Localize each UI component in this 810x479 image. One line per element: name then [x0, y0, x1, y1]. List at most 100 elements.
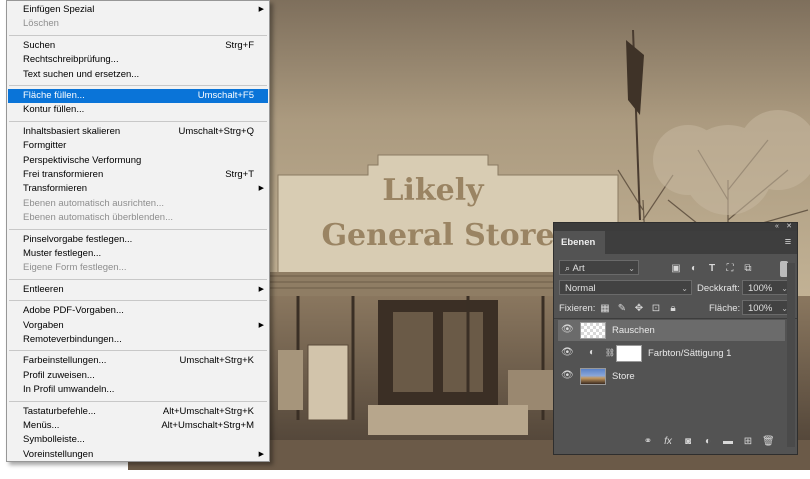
menu-item-farbeinstellungen[interactable]: Farbeinstellungen... Umschalt+Strg+K [8, 354, 268, 368]
lock-transparent-icon[interactable]: ▦ [599, 303, 611, 315]
layer-row-store[interactable]: 👁︎ Store [558, 366, 785, 387]
menu-item-shortcut: Umschalt+F5 [197, 90, 254, 101]
lock-brush-icon[interactable]: ✎ [616, 303, 628, 315]
menu-item-vorgaben[interactable]: Vorgaben ▶ [8, 319, 268, 333]
menu-item-rechtschreibprüfung[interactable]: Rechtschreibprüfung... [8, 53, 268, 67]
new-group-folder-icon[interactable]: ▬ [722, 436, 734, 448]
opacity-value: 100% [748, 283, 773, 294]
menu-item-shortcut: Umschalt+Strg+K [179, 355, 254, 367]
menu-separator [9, 228, 267, 230]
filter-smartobject-icon[interactable]: ⧉ [742, 263, 754, 275]
fill-label: Fläche: [709, 303, 741, 314]
filter-kind-value: Art [572, 263, 585, 274]
menu-item-muster-festlegen[interactable]: Muster festlegen... [8, 247, 268, 261]
delete-layer-trash-icon[interactable]: 🗑︎ [762, 436, 775, 448]
layers-bottom-toolbar: ⚭ fx ◙ ◐ ▬ ⊞ 🗑︎ [554, 430, 797, 454]
menu-item-inhaltsbasiert-skalieren[interactable]: Inhaltsbasiert skalieren Umschalt+Strg+Q [8, 125, 268, 139]
menu-item-label: Symbolleiste... [23, 434, 85, 446]
submenu-arrow-icon: ▶ [258, 285, 264, 293]
add-mask-icon[interactable]: ◙ [682, 436, 694, 448]
submenu-arrow-icon: ▶ [258, 321, 264, 329]
menu-item-pinselvorgabe-festlegen[interactable]: Pinselvorgabe festlegen... [8, 233, 268, 247]
menu-item-label: Profil zuweisen... [23, 369, 95, 381]
visibility-eye-icon[interactable]: 👁︎ [561, 324, 574, 336]
link-layers-icon[interactable]: ⚭ [642, 436, 654, 448]
tab-layers[interactable]: Ebenen [554, 231, 605, 254]
layer-row-rauschen[interactable]: 👁︎ Rauschen [558, 320, 785, 341]
menu-item-label: Muster festlegen... [23, 248, 102, 259]
menu-item-label: Pinselvorgabe festlegen... [23, 233, 133, 245]
menu-item-einfügen-spezial[interactable]: Einfügen Spezial ▶ [8, 3, 268, 17]
chevron-down-icon: ⌄ [681, 284, 688, 293]
filter-type-icon[interactable]: T [706, 263, 718, 275]
menu-item-menüs[interactable]: Menüs... Alt+Umschalt+Strg+M [8, 419, 268, 433]
menu-item-label: Ebenen automatisch ausrichten... [23, 197, 165, 209]
blend-mode-value: Normal [565, 283, 596, 294]
menu-item-label: Fläche füllen... [23, 90, 85, 101]
menu-item-symbolleiste[interactable]: Symbolleiste... [8, 433, 268, 447]
layer-thumbnail [580, 368, 606, 385]
menu-item-label: Entleeren [23, 283, 64, 295]
menu-item-perspektivische-verformung[interactable]: Perspektivische Verformung [8, 154, 268, 168]
blend-mode-select[interactable]: Normal ⌄ [559, 280, 692, 295]
sign-line2-text: General Store [321, 218, 554, 253]
menu-item-in-profil-umwandeln[interactable]: In Profil umwandeln... [8, 383, 268, 397]
submenu-arrow-icon: ▶ [258, 185, 264, 193]
menu-separator [9, 400, 267, 402]
lock-all-icon[interactable]: 🔒︎ [667, 303, 679, 315]
visibility-eye-icon[interactable]: 👁︎ [561, 370, 574, 382]
panel-tab-bar: Ebenen ≡ [554, 231, 797, 254]
filter-shape-icon[interactable]: ⛶ [724, 263, 736, 275]
menu-item-label: Perspektivische Verformung [23, 154, 142, 166]
menu-item-label: Rechtschreibprüfung... [23, 54, 119, 66]
menu-item-entleeren[interactable]: Entleeren ▶ [8, 283, 268, 297]
panel-header-bar[interactable]: « ✕ [554, 223, 797, 231]
menu-item-profil-zuweisen[interactable]: Profil zuweisen... [8, 369, 268, 383]
layer-mask-thumbnail [616, 345, 642, 362]
menu-item-fläche-füllen[interactable]: Fläche füllen... Umschalt+F5 [8, 89, 268, 103]
layer-style-fx-icon[interactable]: fx [662, 436, 674, 448]
menu-item-label: Tastaturbefehle... [23, 405, 96, 417]
layer-row-hue-saturation[interactable]: 👁︎ ◐ ⛓︎ Farbton/Sättigung 1 [558, 343, 785, 364]
new-layer-icon[interactable]: ⊞ [742, 436, 754, 448]
menu-item-label: Ebenen automatisch überblenden... [23, 212, 173, 224]
lock-move-icon[interactable]: ✥ [633, 303, 645, 315]
fill-value: 100% [748, 303, 773, 314]
adjustment-layer-icon: ◐ [588, 347, 596, 358]
panel-menu-icon[interactable]: ≡ [782, 236, 794, 248]
panel-scrollbar[interactable] [787, 263, 795, 447]
menu-item-label: Vorgaben [23, 319, 64, 331]
menu-item-label: Text suchen und ersetzen... [23, 68, 140, 80]
lock-artboard-icon[interactable]: ⊡ [650, 303, 662, 315]
filter-kind-select[interactable]: ⌕ Art ⌄ [559, 260, 639, 275]
menu-item-ebenen-automatisch-überblenden: Ebenen automatisch überblenden... [8, 211, 268, 225]
menu-item-label: Einfügen Spezial [23, 4, 95, 15]
layer-name: Rauschen [612, 325, 655, 336]
menu-item-kontur-füllen[interactable]: Kontur füllen... [8, 103, 268, 117]
menu-separator [9, 34, 267, 36]
visibility-eye-icon[interactable]: 👁︎ [561, 347, 574, 359]
menu-item-label: Inhaltsbasiert skalieren [23, 125, 121, 137]
menu-item-label: Menüs... [23, 420, 60, 431]
submenu-arrow-icon: ▶ [258, 450, 264, 458]
menu-item-label: Kontur füllen... [23, 104, 85, 116]
filter-pixel-icon[interactable]: ▣ [670, 263, 682, 275]
menu-separator [9, 85, 267, 86]
opacity-field[interactable]: 100% ⌄ [742, 280, 792, 295]
menu-item-tastaturbefehle[interactable]: Tastaturbefehle... Alt+Umschalt+Strg+K [8, 405, 268, 419]
menu-item-löschen: Löschen [8, 17, 268, 31]
menu-item-frei-transformieren[interactable]: Frei transformieren Strg+T [8, 168, 268, 182]
menu-item-shortcut: Alt+Umschalt+Strg+M [161, 420, 254, 431]
menu-item-text-suchen-und-ersetzen[interactable]: Text suchen und ersetzen... [8, 68, 268, 82]
menu-item-transformieren[interactable]: Transformieren ▶ [8, 182, 268, 196]
new-adjustment-icon[interactable]: ◐ [702, 436, 714, 448]
menu-item-voreinstellungen[interactable]: Voreinstellungen ▶ [8, 448, 268, 462]
filter-adjustment-icon[interactable]: ◐ [688, 263, 700, 275]
menu-item-remoteverbindungen[interactable]: Remoteverbindungen... [8, 333, 268, 347]
menu-item-adobe-pdf-vorgaben[interactable]: Adobe PDF-Vorgaben... [8, 304, 268, 318]
menu-item-label: Formgitter [23, 140, 67, 152]
menu-item-formgitter[interactable]: Formgitter [8, 139, 268, 153]
fill-field[interactable]: 100% ⌄ [742, 300, 792, 315]
menu-item-suchen[interactable]: Suchen Strg+F [8, 39, 268, 53]
menu-item-ebenen-automatisch-ausrichten: Ebenen automatisch ausrichten... [8, 197, 268, 211]
